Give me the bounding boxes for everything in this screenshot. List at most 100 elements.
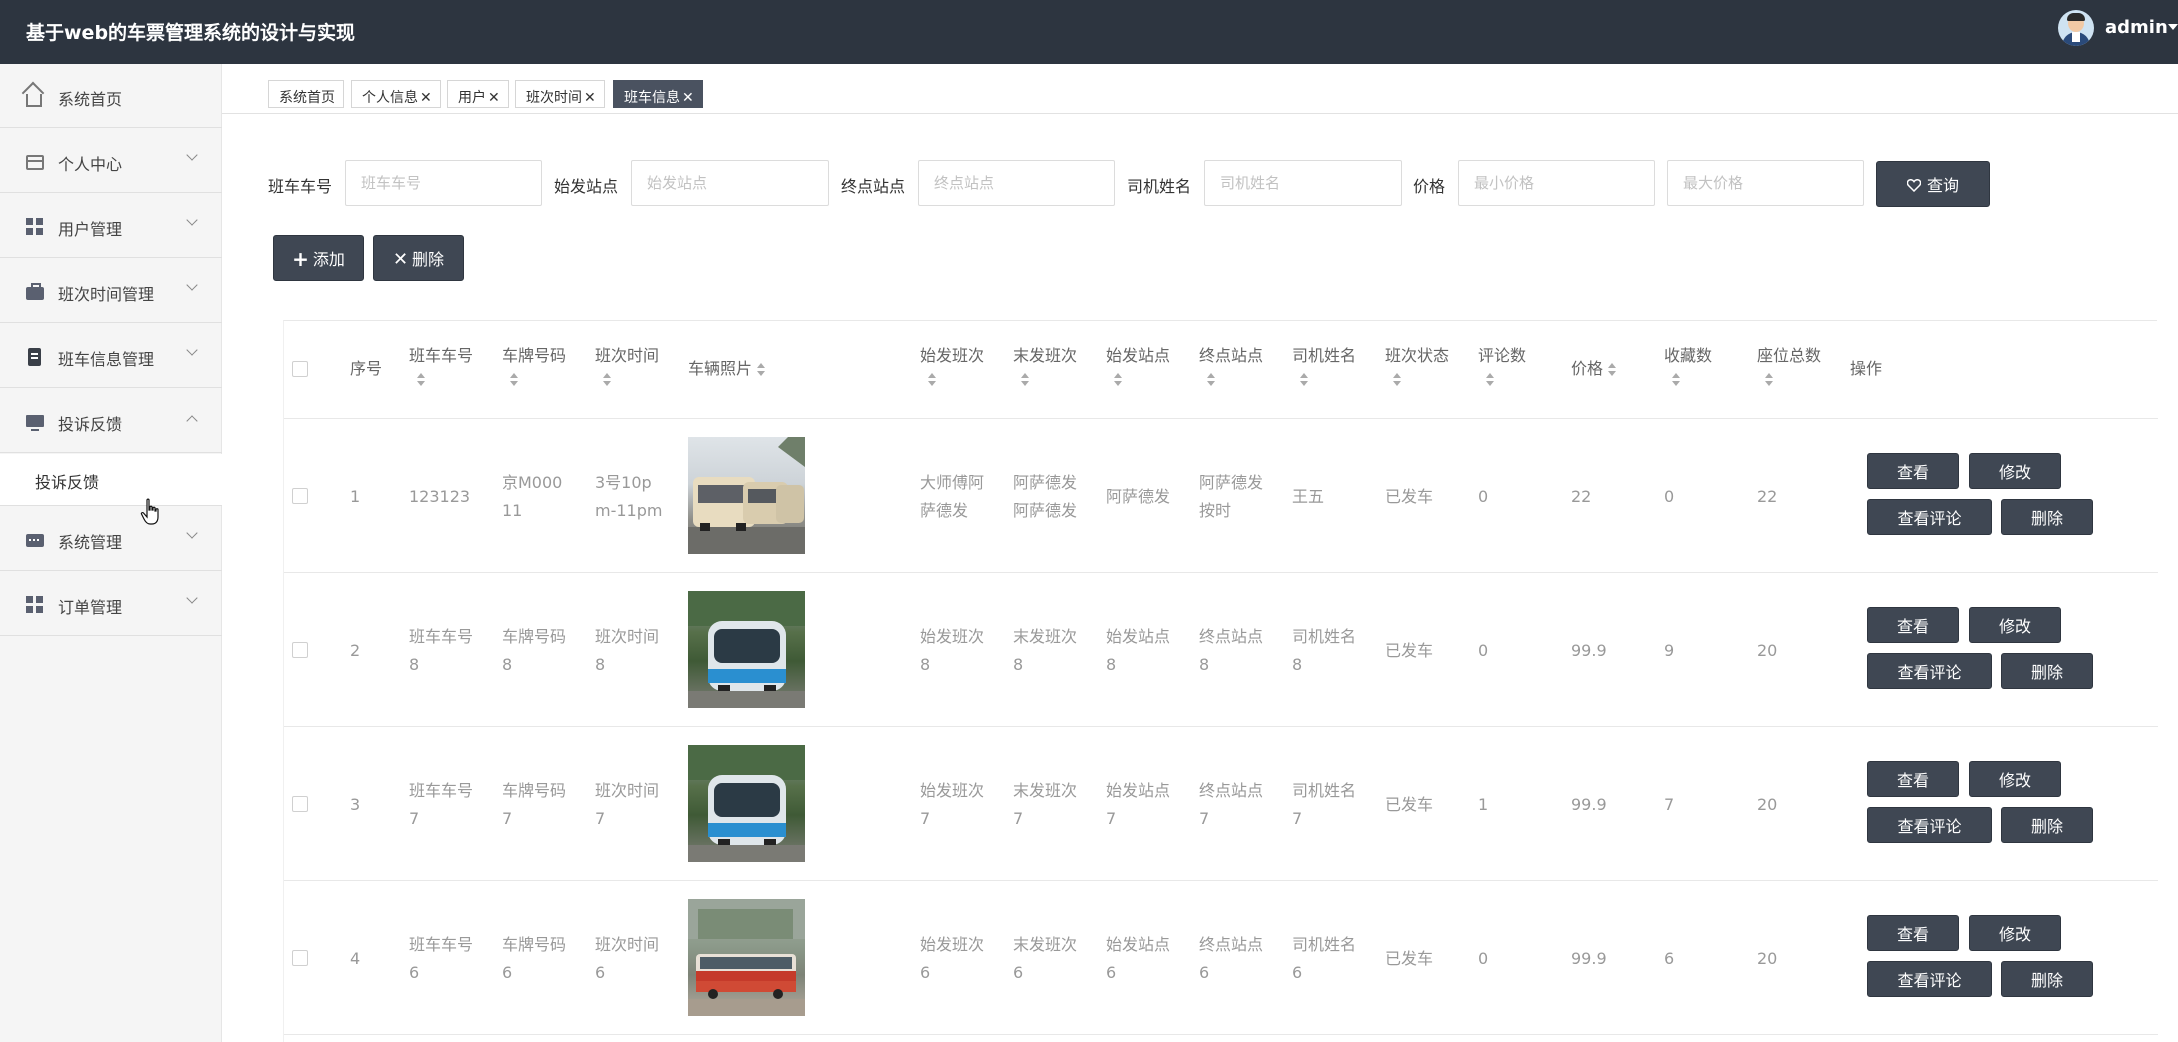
close-icon[interactable]: ✕ (584, 90, 596, 106)
sidebar-item-system-management[interactable]: 系统管理 (0, 507, 222, 571)
tab-users[interactable]: 用户 ✕ (447, 80, 509, 108)
delete-button[interactable]: ✕ 删除 (373, 235, 464, 281)
col-seats[interactable]: 座位总数 (1757, 343, 1821, 387)
bus-photo[interactable] (688, 437, 805, 554)
username[interactable]: admin (2105, 17, 2168, 38)
sort-icon[interactable] (1765, 373, 1773, 387)
add-button[interactable]: + 添加 (273, 235, 364, 281)
delete-row-button[interactable]: 删除 (2001, 807, 2093, 843)
cell-comments: 0 (1478, 641, 1489, 660)
col-driver[interactable]: 司机姓名 (1292, 343, 1356, 387)
bus-photo[interactable] (688, 591, 805, 708)
sidebar-item-bus-info-management[interactable]: 班车信息管理 (0, 324, 222, 388)
cell-first: 大师傅阿 萨德发 (920, 473, 985, 520)
sidebar-subitem-complaints[interactable]: 投诉反馈 (0, 454, 222, 506)
sort-icon[interactable] (417, 373, 425, 387)
bus-no-search-input[interactable] (345, 160, 542, 206)
cell-index: 3 (350, 795, 361, 814)
bus-photo[interactable] (688, 899, 805, 1016)
close-icon[interactable]: ✕ (420, 90, 432, 106)
user-menu[interactable]: admin (2058, 10, 2178, 50)
view-comments-button[interactable]: 查看评论 (1867, 807, 1992, 843)
edit-button[interactable]: 修改 (1969, 453, 2061, 489)
view-comments-button[interactable]: 查看评论 (1867, 499, 1992, 535)
col-time[interactable]: 班次时间 (595, 343, 659, 387)
edit-button[interactable]: 修改 (1969, 915, 2061, 951)
min-price-search-input[interactable] (1458, 160, 1655, 206)
cell-driver: 司机姓名 6 (1292, 935, 1357, 982)
sort-icon[interactable] (1672, 373, 1680, 387)
view-button[interactable]: 查看 (1867, 453, 1959, 489)
sort-icon[interactable] (1114, 373, 1122, 387)
driver-search-input[interactable] (1204, 160, 1402, 206)
sort-icon[interactable] (1021, 373, 1029, 387)
sort-icon[interactable] (603, 373, 611, 387)
query-button-label: 查询 (1926, 176, 1959, 195)
edit-button[interactable]: 修改 (1969, 761, 2061, 797)
view-button[interactable]: 查看 (1867, 761, 1959, 797)
col-end-station[interactable]: 终点站点 (1199, 343, 1263, 387)
query-button[interactable]: 查询 (1876, 161, 1990, 207)
sidebar-item-complaints[interactable]: 投诉反馈 (0, 389, 222, 453)
delete-row-button[interactable]: 删除 (2001, 961, 2093, 997)
delete-row-button[interactable]: 删除 (2001, 499, 2093, 535)
col-last-shift[interactable]: 末发班次 (1013, 343, 1077, 387)
row-checkbox[interactable] (292, 642, 308, 658)
row-checkbox[interactable] (292, 950, 308, 966)
sort-icon[interactable] (1300, 373, 1308, 387)
avatar[interactable] (2058, 10, 2094, 46)
col-first-shift[interactable]: 始发班次 (920, 343, 984, 387)
col-price[interactable]: 价格 (1571, 356, 1617, 382)
cell-bus-no: 班车车号 7 (409, 781, 474, 828)
row-checkbox[interactable] (292, 796, 308, 812)
sidebar-item-home[interactable]: 系统首页 (0, 64, 222, 128)
sort-icon[interactable] (1608, 362, 1617, 377)
sidebar-item-user-management[interactable]: 用户管理 (0, 194, 222, 258)
sort-icon[interactable] (1393, 373, 1401, 387)
sidebar-item-schedule-management[interactable]: 班次时间管理 (0, 259, 222, 323)
edit-button[interactable]: 修改 (1969, 607, 2061, 643)
delete-row-button[interactable]: 删除 (2001, 653, 2093, 689)
tab-personal-info[interactable]: 个人信息 ✕ (351, 80, 441, 108)
col-favorites[interactable]: 收藏数 (1664, 343, 1712, 387)
view-button[interactable]: 查看 (1867, 607, 1959, 643)
sort-icon[interactable] (757, 362, 766, 377)
col-status[interactable]: 班次状态 (1385, 343, 1449, 387)
bus-photo[interactable] (688, 745, 805, 862)
sidebar-item-order-management[interactable]: 订单管理 (0, 572, 222, 636)
sidebar-item-personal-center[interactable]: 个人中心 (0, 129, 222, 193)
sort-icon[interactable] (510, 373, 518, 387)
view-comments-button[interactable]: 查看评论 (1867, 961, 1992, 997)
tab-home[interactable]: 系统首页 (268, 80, 344, 108)
col-start-station[interactable]: 始发站点 (1106, 343, 1170, 387)
col-photo[interactable]: 车辆照片 (688, 356, 766, 382)
chevron-down-icon (186, 279, 198, 291)
cell-status: 已发车 (1385, 487, 1434, 506)
close-icon[interactable]: ✕ (488, 90, 500, 106)
tab-bus-info[interactable]: 班车信息 ✕ (613, 80, 703, 108)
select-all-checkbox[interactable] (292, 361, 308, 377)
row-checkbox[interactable] (292, 488, 308, 504)
view-comments-button[interactable]: 查看评论 (1867, 653, 1992, 689)
hand-cursor-icon (140, 498, 159, 525)
add-button-label: 添加 (312, 249, 345, 269)
col-label: 班车车号 (409, 346, 474, 365)
close-icon[interactable]: ✕ (682, 90, 694, 106)
col-comments[interactable]: 评论数 (1478, 343, 1526, 387)
sort-icon[interactable] (1207, 373, 1215, 387)
end-station-search-input[interactable] (918, 160, 1115, 206)
chevron-down-icon[interactable] (2168, 24, 2178, 30)
sidebar-item-label: 班次时间管理 (58, 285, 155, 304)
start-station-search-input[interactable] (631, 160, 829, 206)
col-bus-no[interactable]: 班车车号 (409, 343, 473, 387)
max-price-search-input[interactable] (1667, 160, 1864, 206)
sort-icon[interactable] (1486, 373, 1494, 387)
sort-icon[interactable] (928, 373, 936, 387)
cell-start: 始发站点 8 (1106, 627, 1171, 674)
col-plate[interactable]: 车牌号码 (502, 343, 566, 387)
search-label-driver: 司机姓名 (1127, 177, 1192, 196)
bus-info-table: 序号 班车车号 车牌号码 班次时间 车辆照片 始发班次 末发班次 始发站点 终点… (283, 320, 2158, 1042)
tab-schedule[interactable]: 班次时间 ✕ (515, 80, 605, 108)
view-button[interactable]: 查看 (1867, 915, 1959, 951)
cell-price: 22 (1571, 487, 1592, 506)
